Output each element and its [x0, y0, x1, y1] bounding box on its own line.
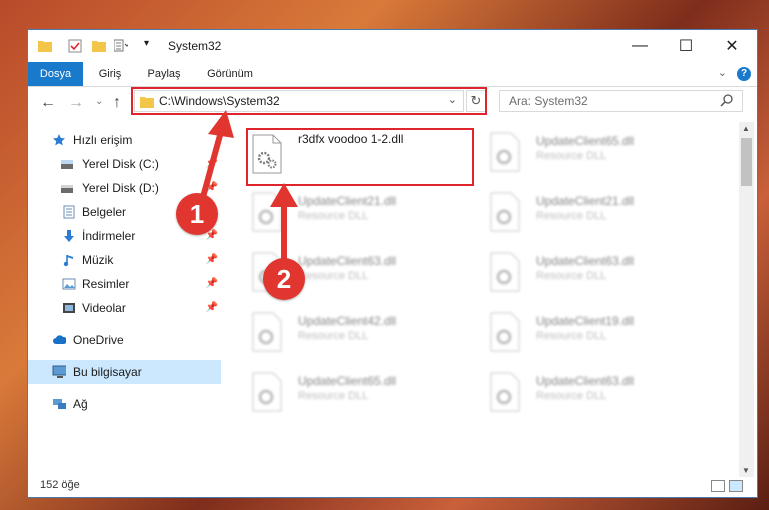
window-title: System32 — [168, 39, 222, 53]
file-item[interactable]: UpdateClient19.dll Resource DLL — [488, 308, 708, 356]
help-button[interactable]: ? — [737, 67, 751, 81]
large-icons-view-icon[interactable] — [729, 480, 743, 492]
up-arrow-icon[interactable]: ↑ — [113, 94, 121, 112]
video-icon — [63, 303, 75, 313]
computer-icon — [52, 365, 66, 378]
properties-icon[interactable] — [68, 39, 82, 53]
star-icon — [53, 134, 65, 146]
scroll-up-icon[interactable]: ▲ — [742, 124, 750, 133]
scroll-thumb[interactable] — [741, 138, 752, 186]
documents-icon — [63, 205, 75, 219]
pictures-icon — [62, 278, 76, 290]
scroll-down-icon[interactable]: ▼ — [742, 466, 750, 475]
tab-paylas[interactable]: Paylaş — [140, 62, 188, 86]
cloud-icon — [53, 335, 66, 344]
maximize-button[interactable]: ☐ — [663, 30, 709, 62]
item-count: 152 öğe — [40, 479, 80, 491]
nav-item-videos[interactable]: Videolar 📌 — [28, 296, 221, 320]
nav-item-music[interactable]: Müzik 📌 — [28, 248, 221, 272]
dll-file-icon — [490, 132, 520, 172]
nav-item-onedrive[interactable]: OneDrive — [28, 328, 221, 352]
tab-giris[interactable]: Giriş — [90, 62, 130, 86]
search-icon — [720, 94, 733, 107]
tab-gorunum[interactable]: Görünüm — [200, 62, 260, 86]
quick-access-dropdown-icon[interactable]: ▾ — [144, 38, 149, 49]
file-item[interactable]: UpdateClient65.dll Resource DLL — [250, 368, 470, 416]
back-arrow-icon[interactable]: ← — [40, 94, 56, 112]
dll-file-icon — [490, 372, 520, 412]
file-item[interactable]: UpdateClient42.dll Resource DLL — [250, 308, 470, 356]
download-icon — [64, 230, 74, 242]
dll-file-icon — [490, 192, 520, 232]
new-folder-icon[interactable] — [92, 39, 106, 52]
step-badge-2: 2 — [263, 258, 305, 300]
file-item[interactable]: UpdateClient65.dll Resource DLL — [488, 128, 708, 176]
file-item[interactable]: UpdateClient63.dll Resource DLL — [488, 368, 708, 416]
minimize-button[interactable]: — — [617, 30, 663, 62]
details-view-icon[interactable] — [711, 480, 725, 492]
file-item[interactable]: UpdateClient63.dll Resource DLL — [488, 248, 708, 296]
pin-icon: 📌 — [205, 278, 218, 289]
nav-item-pictures[interactable]: Resimler 📌 — [28, 272, 221, 296]
dll-file-icon — [252, 372, 282, 412]
drive-icon — [61, 185, 73, 193]
expand-ribbon-icon[interactable]: ⌄ — [718, 66, 727, 79]
customize-toolbar-icon[interactable] — [114, 39, 128, 52]
dll-file-icon — [490, 252, 520, 292]
ribbon-tabs: Dosya Giriş Paylaş Görünüm ⌄ ? — [28, 62, 757, 87]
search-placeholder: Ara: System32 — [509, 94, 588, 108]
tab-dosya[interactable]: Dosya — [28, 62, 83, 86]
title-bar: ▾ System32 — ☐ ✕ — [28, 30, 757, 62]
step-badge-1: 1 — [176, 193, 218, 235]
dll-file-icon — [490, 312, 520, 352]
drive-icon — [61, 160, 73, 169]
nav-item-this-pc[interactable]: Bu bilgisayar — [28, 360, 221, 384]
folder-icon — [38, 41, 52, 52]
network-icon — [53, 399, 66, 409]
dll-file-icon — [252, 312, 282, 352]
search-box[interactable]: Ara: System32 — [499, 90, 743, 112]
nav-item-network[interactable]: Ağ — [28, 392, 221, 416]
file-item[interactable]: UpdateClient21.dll Resource DLL — [488, 188, 708, 236]
close-button[interactable]: ✕ — [709, 30, 755, 62]
file-explorer-window: ▾ System32 — ☐ ✕ Dosya Giriş Paylaş Görü… — [27, 29, 758, 498]
music-icon — [63, 255, 73, 267]
recent-locations-icon[interactable]: ⌄ — [95, 96, 103, 107]
pin-icon: 📌 — [205, 254, 218, 265]
forward-arrow-icon[interactable]: → — [68, 94, 84, 112]
pin-icon: 📌 — [205, 302, 218, 313]
vertical-scrollbar[interactable]: ▲ ▼ — [739, 122, 754, 477]
